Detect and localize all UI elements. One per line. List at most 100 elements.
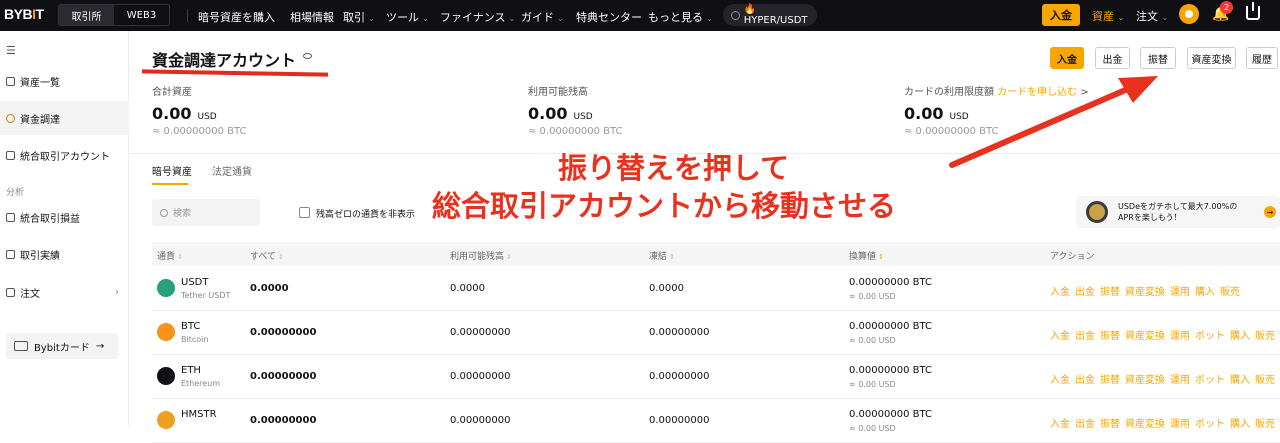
nav-buy-crypto[interactable]: 暗号資産を購入 xyxy=(198,9,275,25)
nav-guide[interactable]: ガイド ⌄ xyxy=(521,9,564,25)
sidebar-item-trade-history[interactable]: 取引実績 xyxy=(0,237,129,271)
header-available[interactable]: 利用可能残高 ⇕ xyxy=(450,249,512,262)
bybit-logo[interactable]: BYBIT xyxy=(4,6,44,22)
row-action[interactable]: ボット xyxy=(1195,415,1225,430)
chevron-right-icon: › xyxy=(115,286,119,298)
sort-icon: ⇕ xyxy=(177,253,183,261)
nav-tools[interactable]: ツール ⌄ xyxy=(386,9,429,25)
coin-icon xyxy=(6,113,15,123)
header-currency[interactable]: 通貨 ⇕ xyxy=(157,249,183,262)
sort-icon: ⇕ xyxy=(278,253,284,261)
topbar-assets-menu[interactable]: 資産 ⌄ xyxy=(1092,8,1124,24)
cell-frozen: 0.00000000 xyxy=(649,327,710,338)
header-frozen[interactable]: 凍結 ⇕ xyxy=(649,249,675,262)
row-action[interactable]: 販売 xyxy=(1255,327,1275,342)
convert-button[interactable]: 資産変換 xyxy=(1187,47,1236,69)
nav-markets[interactable]: 相場情報 xyxy=(290,9,334,25)
row-action[interactable]: 販売 xyxy=(1255,371,1275,386)
avatar-icon[interactable] xyxy=(1179,4,1199,24)
row-action[interactable]: 入金 xyxy=(1050,371,1070,386)
row-action[interactable]: 運用 xyxy=(1170,327,1190,342)
row-action[interactable]: 販売 xyxy=(1255,415,1275,430)
table-row: HMSTR 0.00000000 0.00000000 0.00000000 0.000… xyxy=(152,399,1280,443)
topbar-orders-menu[interactable]: 注文 ⌄ xyxy=(1136,8,1168,24)
coin-symbol: BTC xyxy=(181,321,201,332)
eye-icon[interactable] xyxy=(303,53,312,59)
header-value[interactable]: 換算値 ⇕ xyxy=(849,249,884,262)
row-action[interactable]: 販売 xyxy=(1220,283,1240,298)
search-input[interactable]: 検索 xyxy=(152,199,260,226)
nav-finance[interactable]: ファイナンス ⌄ xyxy=(440,9,515,25)
row-action[interactable]: 運用 xyxy=(1170,415,1190,430)
row-action[interactable]: 出金 xyxy=(1075,327,1095,342)
row-action[interactable]: 振替 xyxy=(1100,327,1120,342)
sidebar-item-orders[interactable]: 注文 › xyxy=(0,275,129,309)
transfer-button[interactable]: 振替 xyxy=(1140,47,1176,69)
history-button[interactable]: 履歴 xyxy=(1246,47,1278,69)
chevron-down-icon: ⌄ xyxy=(368,14,375,23)
seg-exchange[interactable]: 取引所 xyxy=(59,5,114,25)
row-action[interactable]: 出金 xyxy=(1075,283,1095,298)
coin-name: Tether USDT xyxy=(181,291,231,300)
row-action[interactable]: 運用 xyxy=(1170,371,1190,386)
cell-frozen: 0.00000000 xyxy=(649,371,710,382)
row-action[interactable]: 出金 xyxy=(1075,415,1095,430)
coin-icon xyxy=(157,323,175,341)
tab-crypto[interactable]: 暗号資産 xyxy=(152,163,192,178)
row-action[interactable]: 購入 xyxy=(1230,371,1250,386)
nav-rewards[interactable]: 特典センター xyxy=(576,9,642,25)
row-actions: 入金 出金 振替 資産変換 運用 ボット 購入 販売 xyxy=(1050,371,1275,386)
row-action[interactable]: 運用 xyxy=(1170,283,1190,298)
hide-zero-checkbox[interactable] xyxy=(299,207,310,218)
cell-available: 0.00000000 xyxy=(450,371,511,382)
search-icon xyxy=(731,10,740,20)
row-action[interactable]: ボット xyxy=(1195,327,1225,342)
topbar-deposit-button[interactable]: 入金 xyxy=(1042,4,1080,26)
row-action[interactable]: 入金 xyxy=(1050,327,1070,342)
promo-banner[interactable]: USDeをガチホして最大7.00%のAPRを楽しもう！ → xyxy=(1076,196,1280,228)
row-action[interactable]: 資産変換 xyxy=(1125,327,1165,342)
sort-icon: ⇕ xyxy=(878,253,884,261)
grid-icon xyxy=(6,76,15,86)
nav-trade[interactable]: 取引 ⌄ xyxy=(343,9,375,25)
download-icon[interactable] xyxy=(1246,2,1260,20)
row-action[interactable]: 入金 xyxy=(1050,283,1070,298)
row-action[interactable]: ボット xyxy=(1195,371,1225,386)
hide-zero-label: 残高ゼロの通貨を非表示 xyxy=(316,210,416,220)
arrow-right-icon[interactable]: → xyxy=(1264,206,1276,218)
row-action[interactable]: 振替 xyxy=(1100,371,1120,386)
row-action[interactable]: 入金 xyxy=(1050,415,1070,430)
stat-card-limit-label: カードの利用限度額 カードを申し込む > xyxy=(904,87,1089,98)
sidebar-item-pnl[interactable]: 統合取引損益 xyxy=(0,200,129,234)
coin-symbol: USDT xyxy=(181,277,209,288)
row-action[interactable]: 資産変換 xyxy=(1125,283,1165,298)
sidebar-item-funding[interactable]: 資金調達 xyxy=(0,101,129,135)
row-action[interactable]: 資産変換 xyxy=(1125,415,1165,430)
sort-icon: ⇕ xyxy=(669,253,675,261)
cell-usd-value: ≈ 0.00 USD xyxy=(849,424,896,433)
row-action[interactable]: 購入 xyxy=(1230,415,1250,430)
seg-web3[interactable]: WEB3 xyxy=(114,5,169,25)
row-action[interactable]: 振替 xyxy=(1100,415,1120,430)
deposit-button[interactable]: 入金 xyxy=(1050,47,1084,69)
withdraw-button[interactable]: 出金 xyxy=(1095,47,1130,69)
sidebar-item-assets-overview[interactable]: 資産一覧 xyxy=(0,64,129,98)
cell-btc-value: 0.00000000 BTC xyxy=(849,409,932,420)
row-action[interactable]: 購入 xyxy=(1195,283,1215,298)
header-total[interactable]: すべて ⇕ xyxy=(250,249,284,262)
bybit-card-button[interactable]: Bybitカード → xyxy=(6,333,118,359)
menu-toggle-icon[interactable]: ☰ xyxy=(6,44,16,57)
active-tab-indicator xyxy=(152,183,188,185)
coin-icon xyxy=(157,367,175,385)
row-action[interactable]: 出金 xyxy=(1075,371,1095,386)
document-icon xyxy=(6,287,15,297)
row-action[interactable]: 振替 xyxy=(1100,283,1120,298)
tab-fiat[interactable]: 法定通貨 xyxy=(212,163,252,178)
market-search[interactable]: 🔥HYPER/USDT xyxy=(723,4,817,26)
history-icon xyxy=(6,249,15,259)
row-action[interactable]: 資産変換 xyxy=(1125,371,1165,386)
nav-more[interactable]: もっと見る ⌄ xyxy=(648,9,713,25)
row-action[interactable]: 購入 xyxy=(1230,327,1250,342)
sidebar-item-unified-trading[interactable]: 統合取引アカウント xyxy=(0,138,129,172)
apply-card-link[interactable]: カードを申し込む xyxy=(997,87,1077,98)
